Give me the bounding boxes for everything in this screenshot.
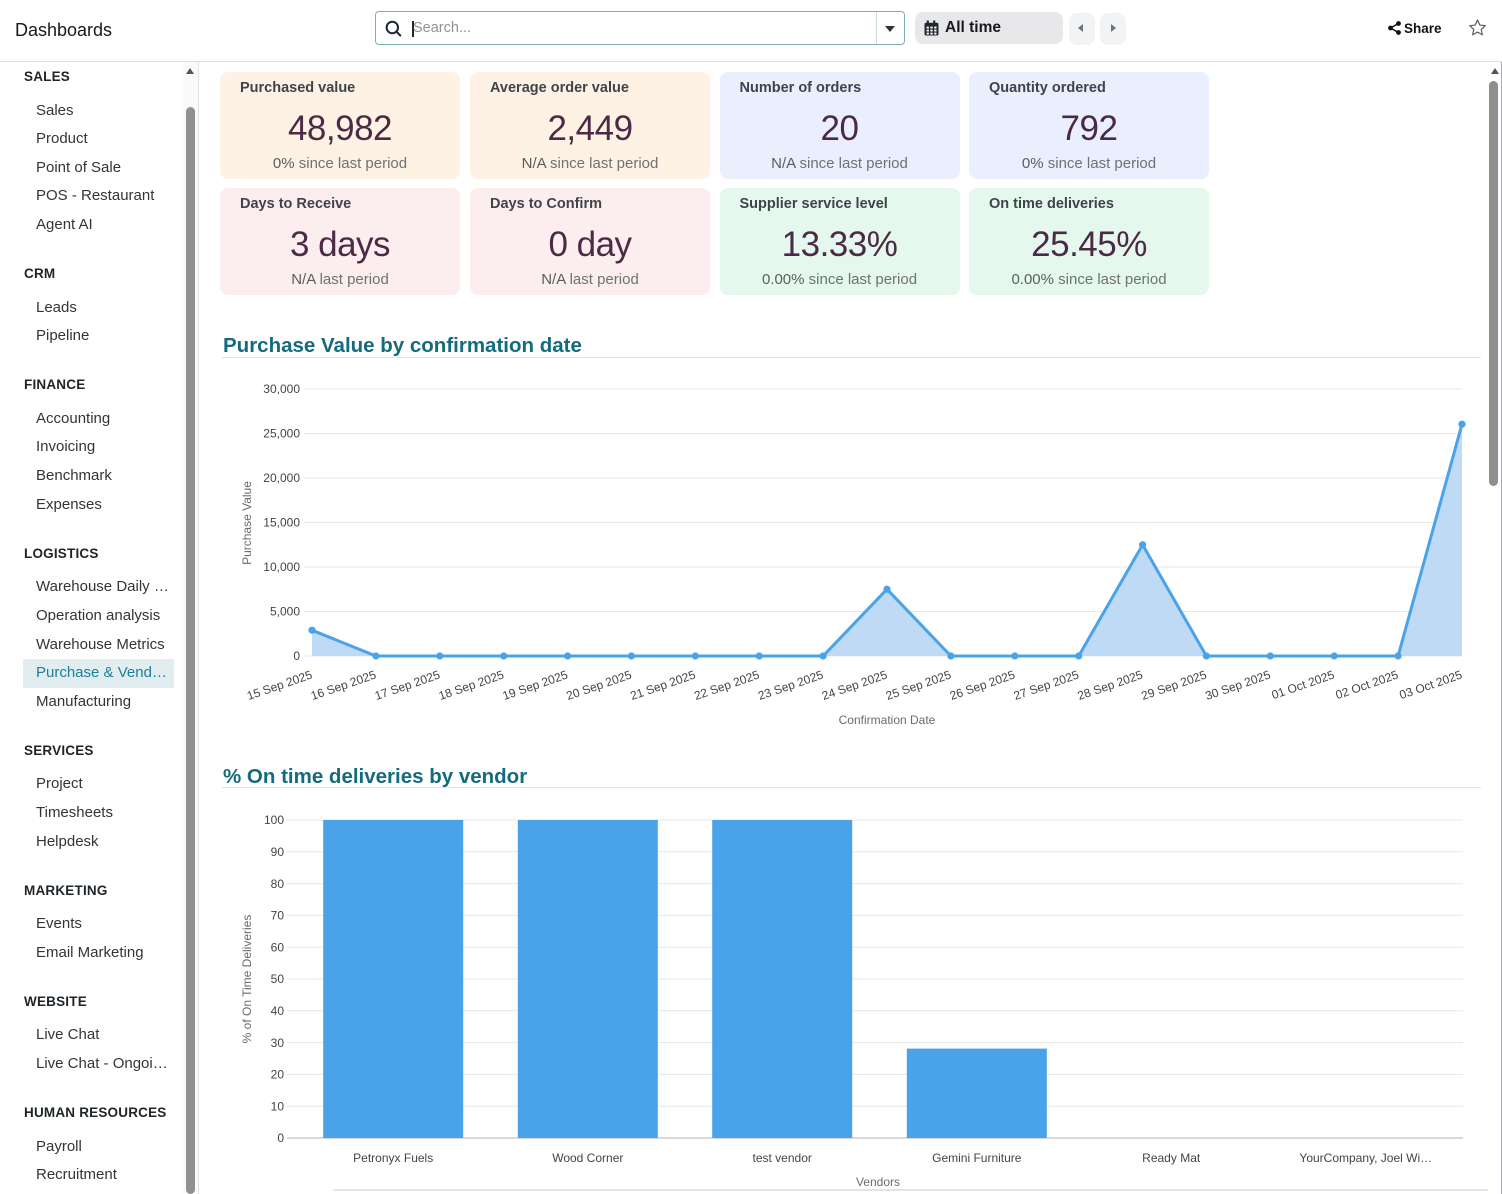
svg-text:70: 70 [271, 909, 285, 923]
svg-text:16 Sep 2025: 16 Sep 2025 [309, 667, 378, 703]
svg-text:90: 90 [271, 845, 285, 859]
svg-text:100: 100 [264, 813, 284, 827]
svg-text:30,000: 30,000 [263, 382, 300, 396]
svg-text:Gemini Furniture: Gemini Furniture [932, 1151, 1022, 1165]
svg-text:20: 20 [271, 1068, 285, 1082]
svg-text:30: 30 [271, 1036, 285, 1050]
svg-text:20,000: 20,000 [263, 471, 300, 485]
svg-text:24 Sep 2025: 24 Sep 2025 [820, 667, 889, 703]
svg-text:Wood Corner: Wood Corner [552, 1151, 623, 1165]
svg-text:19 Sep 2025: 19 Sep 2025 [501, 667, 570, 703]
svg-text:60: 60 [271, 940, 285, 954]
svg-text:0: 0 [277, 1131, 284, 1145]
svg-text:15,000: 15,000 [263, 516, 300, 530]
svg-text:17 Sep 2025: 17 Sep 2025 [373, 667, 442, 703]
svg-text:80: 80 [271, 877, 285, 891]
svg-text:21 Sep 2025: 21 Sep 2025 [628, 667, 697, 703]
svg-text:27 Sep 2025: 27 Sep 2025 [1012, 667, 1081, 703]
svg-text:29 Sep 2025: 29 Sep 2025 [1139, 667, 1208, 703]
svg-text:Vendors: Vendors [856, 1175, 900, 1189]
svg-text:Ready Mat: Ready Mat [1142, 1151, 1201, 1165]
svg-text:test vendor: test vendor [753, 1151, 812, 1165]
svg-text:0: 0 [293, 649, 300, 663]
svg-text:10,000: 10,000 [263, 560, 300, 574]
svg-text:25,000: 25,000 [263, 427, 300, 441]
svg-text:30 Sep 2025: 30 Sep 2025 [1203, 667, 1272, 703]
svg-text:Purchase Value: Purchase Value [240, 481, 254, 565]
svg-text:5,000: 5,000 [270, 605, 300, 619]
svg-text:YourCompany, Joel Wi…: YourCompany, Joel Wi… [1299, 1151, 1432, 1165]
svg-text:18 Sep 2025: 18 Sep 2025 [437, 667, 506, 703]
svg-text:Petronyx Fuels: Petronyx Fuels [353, 1151, 433, 1165]
svg-text:03 Oct 2025: 03 Oct 2025 [1398, 667, 1465, 702]
svg-text:40: 40 [271, 1004, 285, 1018]
svg-text:Confirmation Date: Confirmation Date [839, 713, 936, 727]
svg-text:20 Sep 2025: 20 Sep 2025 [564, 667, 633, 703]
svg-text:22 Sep 2025: 22 Sep 2025 [692, 667, 761, 703]
svg-text:10: 10 [271, 1099, 285, 1113]
svg-text:02 Oct 2025: 02 Oct 2025 [1334, 667, 1401, 702]
svg-text:% of On Time Deliveries: % of On Time Deliveries [240, 915, 254, 1044]
svg-text:01 Oct 2025: 01 Oct 2025 [1270, 667, 1337, 702]
svg-text:28 Sep 2025: 28 Sep 2025 [1076, 667, 1145, 703]
svg-text:25 Sep 2025: 25 Sep 2025 [884, 667, 953, 703]
svg-text:23 Sep 2025: 23 Sep 2025 [756, 667, 825, 703]
svg-text:50: 50 [271, 972, 285, 986]
svg-text:26 Sep 2025: 26 Sep 2025 [948, 667, 1017, 703]
svg-text:15 Sep 2025: 15 Sep 2025 [245, 667, 314, 703]
